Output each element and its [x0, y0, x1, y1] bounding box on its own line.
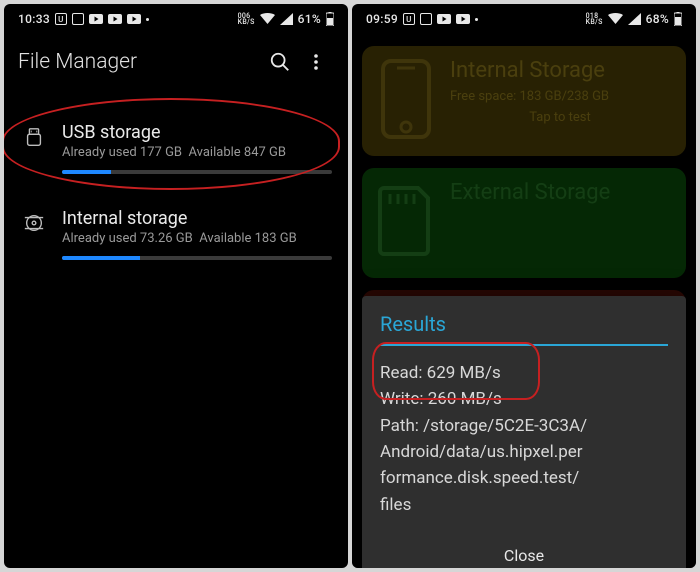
result-write: Write: 260 MB/s — [380, 386, 668, 412]
cards-container: Internal Storage Free space: 183 GB/238 … — [352, 34, 696, 568]
storage-item-usb[interactable]: USB storage Already used 177 GB Availabl… — [4, 108, 348, 194]
clock: 10:33 — [18, 12, 50, 26]
results-dialog: Results Read: 629 MB/s Write: 260 MB/s P… — [362, 296, 686, 568]
cell-signal-icon — [628, 13, 641, 25]
u-icon: U — [403, 13, 415, 25]
battery-icon — [674, 12, 682, 26]
overflow-menu-button[interactable] — [298, 53, 334, 71]
more-vert-icon — [307, 53, 325, 71]
card-internal-storage[interactable]: Internal Storage Free space: 183 GB/238 … — [362, 46, 686, 156]
phone-left: 10:33 U 006KB/S 61% — [4, 4, 348, 568]
storage-list: USB storage Already used 177 GB Availabl… — [4, 90, 348, 280]
result-path-3: formance.disk.speed.test/ — [380, 465, 668, 491]
search-icon — [269, 51, 291, 73]
u-icon: U — [55, 13, 67, 25]
card-external-storage[interactable]: External Storage — [362, 168, 686, 278]
app-icon-1 — [72, 13, 84, 25]
search-button[interactable] — [262, 51, 298, 73]
wifi-icon — [608, 13, 623, 25]
youtube-icon-2 — [456, 14, 470, 24]
close-button[interactable]: Close — [380, 532, 668, 568]
more-notifications-dot — [146, 18, 149, 21]
app-title: File Manager — [18, 50, 137, 74]
storage-subtitle: Already used 73.26 GB Available 183 GB — [62, 231, 332, 246]
storage-subtitle: Already used 177 GB Available 847 GB — [62, 145, 332, 160]
sdcard-icon — [376, 182, 436, 260]
result-read: Read: 629 MB/s — [380, 360, 668, 386]
battery-pct: 68% — [646, 12, 669, 26]
card-tap-hint: Tap to test — [450, 110, 670, 125]
dialog-title: Results — [380, 312, 668, 336]
youtube-icon — [437, 14, 451, 24]
dialog-divider — [380, 344, 668, 346]
usb-icon — [20, 122, 48, 174]
storage-progress — [62, 170, 332, 174]
storage-title: USB storage — [62, 122, 332, 143]
result-path-4: files — [380, 492, 668, 518]
statusbar-right: 09:59 U 018KB/S 68% — [352, 4, 696, 34]
data-icon: 006KB/S — [238, 13, 255, 25]
clock: 09:59 — [366, 12, 398, 26]
result-path: Path: /storage/5C2E-3C3A/ — [380, 413, 668, 439]
storage-title: Internal storage — [62, 208, 332, 229]
card-title: Internal Storage — [450, 58, 670, 83]
battery-icon — [326, 12, 334, 26]
phone-icon — [376, 60, 436, 138]
phone-right: 09:59 U 018KB/S 68% — [352, 4, 696, 568]
appbar: File Manager — [4, 34, 348, 90]
wifi-icon — [260, 13, 275, 25]
youtube-icon-2 — [108, 14, 122, 24]
battery-pct: 61% — [298, 12, 321, 26]
storage-icon — [20, 208, 48, 260]
cell-signal-icon — [280, 13, 293, 25]
youtube-icon-3 — [127, 14, 141, 24]
youtube-icon — [89, 14, 103, 24]
card-title: External Storage — [450, 180, 670, 205]
app-icon-1 — [420, 13, 432, 25]
card-free-space: Free space: 183 GB/238 GB — [450, 89, 670, 104]
storage-progress — [62, 256, 332, 260]
storage-item-internal[interactable]: Internal storage Already used 73.26 GB A… — [4, 194, 348, 280]
statusbar-left: 10:33 U 006KB/S 61% — [4, 4, 348, 34]
more-notifications-dot — [475, 18, 478, 21]
data-icon: 018KB/S — [586, 13, 603, 25]
result-path-2: Android/data/us.hipxel.per — [380, 439, 668, 465]
